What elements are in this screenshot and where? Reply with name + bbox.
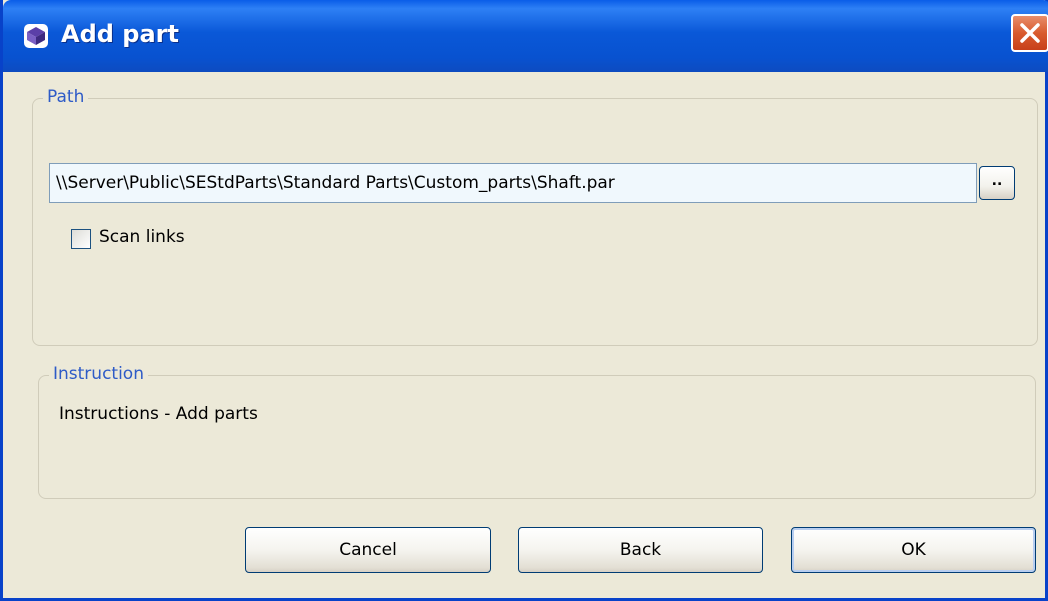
title-bar[interactable]: Add part <box>3 0 1048 72</box>
dialog-window: Add part Path \\Server\Public\SEStdParts… <box>0 0 1048 601</box>
browse-button[interactable]: .. <box>979 166 1015 200</box>
window-title: Add part <box>61 20 179 48</box>
ok-button[interactable]: OK <box>791 527 1036 573</box>
cancel-button[interactable]: Cancel <box>245 527 491 573</box>
close-button[interactable] <box>1011 14 1048 52</box>
close-icon <box>1020 23 1040 43</box>
scan-links-label[interactable]: Scan links <box>99 227 185 247</box>
back-button[interactable]: Back <box>518 527 763 573</box>
scan-links-checkbox[interactable] <box>71 229 91 249</box>
instruction-group: Instruction Instructions - Add parts <box>38 364 1036 499</box>
path-group: Path \\Server\Public\SEStdParts\Standard… <box>32 87 1038 346</box>
path-group-legend: Path <box>43 87 89 107</box>
instruction-group-legend: Instruction <box>49 364 148 384</box>
instruction-text: Instructions - Add parts <box>59 404 258 424</box>
path-input[interactable]: \\Server\Public\SEStdParts\Standard Part… <box>49 163 977 203</box>
part-icon <box>23 23 49 49</box>
